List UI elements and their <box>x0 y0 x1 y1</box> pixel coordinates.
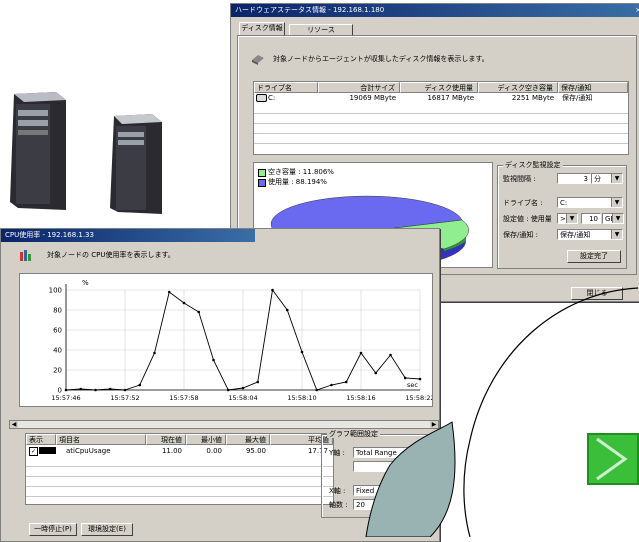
data-point <box>182 301 186 305</box>
x-tick-label: 15:57:52 <box>110 394 139 402</box>
series-color-swatch <box>39 447 56 454</box>
data-point <box>64 388 68 392</box>
col-drive-name[interactable]: ドライブ名 <box>254 82 318 93</box>
cell-min: 0.00 <box>206 447 222 455</box>
data-point <box>212 358 215 362</box>
data-point <box>94 388 97 392</box>
data-point <box>315 388 319 392</box>
y-tick-label: 100 <box>49 287 62 295</box>
x-axis-label: X軸 : <box>329 487 346 495</box>
data-point <box>153 351 156 355</box>
server-tower-image <box>110 114 162 214</box>
y-tick-label: 60 <box>53 327 62 335</box>
col-max[interactable]: 最大値 <box>226 434 270 445</box>
apply-settings-button[interactable]: 設定完了 <box>567 250 621 263</box>
tab-disk-info[interactable]: ディスク情報 <box>239 22 285 35</box>
axis-count-label: 軸数 : <box>329 501 348 509</box>
data-point <box>123 388 127 392</box>
disk-info-description: 対象ノードからエージェントが収集したディスク情報を表示します。 <box>273 55 489 63</box>
col-save-notify[interactable]: 保存/通知 <box>558 82 628 93</box>
data-point <box>271 288 274 292</box>
threshold-op-select[interactable]: > ▼ <box>557 213 578 224</box>
col-display[interactable]: 表示 <box>26 434 56 445</box>
pause-button[interactable]: 一時停止(P) <box>29 523 77 536</box>
data-point <box>285 308 289 312</box>
data-point <box>167 290 171 294</box>
col-current[interactable]: 現在値 <box>146 434 186 445</box>
table-row[interactable]: ✓ atiCpuUsage 11.00 0.00 95.00 17.77 <box>26 446 333 456</box>
y-axis-label: % <box>82 279 89 287</box>
table-row[interactable]: C: 19069 MByte 16817 MByte 2251 MByte 保存… <box>254 93 628 103</box>
data-point <box>226 388 230 392</box>
data-point <box>300 350 304 354</box>
y-tick-label: 20 <box>53 367 62 375</box>
notify-label: 保存/通知 : <box>503 231 538 239</box>
col-disk-used[interactable]: ディスク使用量 <box>400 82 478 93</box>
interval-input[interactable]: 3 <box>557 173 591 184</box>
cell-avg: 17.77 <box>307 447 328 455</box>
drive-icon <box>256 94 267 102</box>
window-title: ハードウェアステータス情報 - 192.168.1.180 <box>231 4 639 17</box>
x-tick-label: 15:57:46 <box>51 394 80 402</box>
data-point <box>197 310 201 314</box>
interval-label: 監視間隔 : <box>503 175 536 183</box>
disk-table: ドライブ名 合計サイズ ディスク使用量 ディスク空き容量 保存/通知 C: 19… <box>253 81 629 155</box>
col-total-size[interactable]: 合計サイズ <box>318 82 400 93</box>
data-point <box>330 383 333 387</box>
settings-button[interactable]: 環境設定(E) <box>81 523 133 536</box>
cpu-icon <box>19 249 33 262</box>
data-point <box>256 380 260 384</box>
metric-table: 表示 項目名 現在値 最小値 最大値 平均値 ✓ atiCpuUsage 11.… <box>25 433 334 505</box>
window-title: CPU使用率 - 192.168.1.33 <box>1 229 255 242</box>
x-tick-label: 15:58:10 <box>287 394 316 402</box>
tab-resource[interactable]: リソース <box>289 24 353 35</box>
threshold-label: 設定値 : 使用量 <box>503 215 552 223</box>
drive-label: ドライブ名 : <box>503 199 543 207</box>
data-point <box>79 387 83 391</box>
disk-icon <box>251 53 265 65</box>
y-axis-label: Y軸 : <box>329 449 345 457</box>
cell-max: 95.00 <box>245 447 266 455</box>
col-disk-free[interactable]: ディスク空き容量 <box>478 82 558 93</box>
cell-total: 19069 MByte <box>349 94 396 102</box>
cell-item-name: atiCpuUsage <box>66 447 111 455</box>
col-item-name[interactable]: 項目名 <box>56 434 146 445</box>
notify-select[interactable]: 保存/通知 ▼ <box>557 229 623 240</box>
y-tick-label: 40 <box>53 347 62 355</box>
data-point <box>344 380 348 384</box>
scroll-left-icon[interactable]: ◀ <box>10 421 18 428</box>
x-tick-label: 15:58:04 <box>228 394 257 402</box>
interval-unit-select[interactable]: 分 ▼ <box>591 173 623 184</box>
cell-current: 11.00 <box>161 447 182 455</box>
cell-used: 16817 MByte <box>427 94 474 102</box>
diagram-overlay <box>365 287 639 537</box>
cpu-description: 対象ノードの CPU使用率を表示します。 <box>47 251 175 259</box>
close-icon[interactable]: × <box>635 5 639 15</box>
y-tick-label: 80 <box>53 307 62 315</box>
display-checkbox[interactable]: ✓ <box>29 447 38 456</box>
drive-select[interactable]: C: ▼ <box>557 197 623 208</box>
disk-monitor-label: ディスク監視設定 <box>503 161 563 169</box>
cell-free: 2251 MByte <box>511 94 554 102</box>
cell-drive: C: <box>268 94 276 102</box>
data-point <box>241 386 245 390</box>
x-tick-label: 15:57:58 <box>169 394 198 402</box>
threshold-value-input[interactable]: 10 <box>581 213 601 224</box>
arrow-icon <box>587 433 639 485</box>
server-tower-image <box>10 92 66 210</box>
threshold-unit-select[interactable]: GB ▼ <box>602 213 624 224</box>
col-min[interactable]: 最小値 <box>186 434 226 445</box>
data-point <box>138 383 142 387</box>
data-point <box>108 387 112 391</box>
cell-notify: 保存/通知 <box>562 94 593 102</box>
